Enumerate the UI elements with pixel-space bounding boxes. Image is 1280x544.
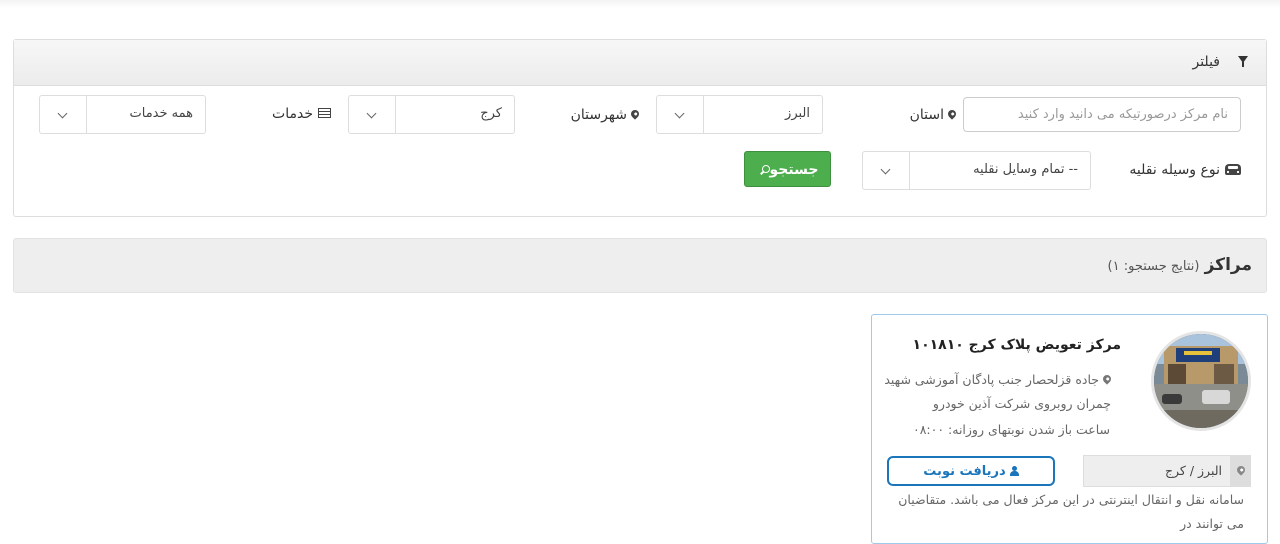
province-select-value: البرز bbox=[785, 106, 810, 121]
center-photo-image bbox=[1154, 334, 1248, 428]
chevron-down-icon bbox=[366, 108, 377, 119]
map-marker-icon bbox=[1235, 464, 1247, 476]
top-shadow-bar bbox=[0, 0, 1280, 8]
vehicle-type-select[interactable]: -- تمام وسایل نقلیه bbox=[862, 151, 1091, 190]
province-label: استان bbox=[910, 107, 958, 123]
results-count: (نتایج جستجو: ۱) bbox=[1107, 259, 1200, 274]
center-name-input[interactable] bbox=[963, 97, 1241, 132]
filter-title: فیلتر bbox=[1192, 54, 1220, 70]
get-appointment-label: دریافت نوبت bbox=[923, 464, 1006, 479]
get-appointment-button[interactable]: دریافت نوبت bbox=[887, 456, 1055, 486]
search-button-label: جستجو bbox=[769, 162, 819, 178]
vehicle-type-select-value: -- تمام وسایل نقلیه bbox=[973, 162, 1078, 177]
center-location: البرز / کرج bbox=[1083, 455, 1251, 487]
search-icon bbox=[761, 165, 770, 173]
center-description: سامانه نقل و انتقال اینترنتی در این مرکز… bbox=[898, 492, 1244, 531]
province-select-toggle[interactable] bbox=[657, 96, 704, 133]
center-address: جاده قزلحصار جنب پادگان آموزشی شهید چمرا… bbox=[884, 372, 1113, 411]
services-label: خدمات bbox=[272, 106, 331, 122]
chevron-down-icon bbox=[674, 108, 685, 119]
filter-panel: فیلتر استان البرز شهرستان کرج خدمات همه … bbox=[13, 39, 1267, 217]
services-select-value: همه خدمات bbox=[129, 106, 194, 121]
city-select-toggle[interactable] bbox=[349, 96, 396, 133]
services-select[interactable]: همه خدمات bbox=[39, 95, 206, 134]
filter-header[interactable]: فیلتر bbox=[14, 40, 1266, 86]
results-header: مراکز (نتایج جستجو: ۱) bbox=[13, 238, 1267, 293]
results-heading: مراکز bbox=[1204, 255, 1252, 275]
filter-icon bbox=[1238, 56, 1248, 67]
map-marker-icon bbox=[946, 108, 958, 120]
car-icon bbox=[1225, 164, 1241, 175]
province-select[interactable]: البرز bbox=[656, 95, 823, 134]
center-name[interactable]: مرکز تعویض پلاک کرج ۱۰۱۸۱۰ bbox=[913, 337, 1121, 353]
location-pin-box bbox=[1230, 456, 1250, 486]
results-title: مراکز (نتایج جستجو: ۱) bbox=[1108, 255, 1252, 275]
chevron-down-icon bbox=[57, 108, 68, 119]
map-marker-icon bbox=[1101, 373, 1113, 385]
city-label: شهرستان bbox=[571, 107, 641, 123]
search-button[interactable]: جستجو bbox=[744, 151, 831, 187]
center-photo[interactable] bbox=[1151, 331, 1251, 431]
city-select-value: کرج bbox=[480, 106, 502, 121]
center-hours: ساعت باز شدن نوبتهای روزانه: ۰۸:۰۰ bbox=[912, 422, 1110, 437]
services-select-toggle[interactable] bbox=[40, 96, 87, 133]
chevron-down-icon bbox=[880, 164, 891, 175]
list-icon bbox=[318, 108, 331, 118]
vehicle-type-select-toggle[interactable] bbox=[863, 152, 910, 189]
center-location-text: البرز / کرج bbox=[1164, 463, 1222, 478]
city-select[interactable]: کرج bbox=[348, 95, 515, 134]
center-card: مرکز تعویض پلاک کرج ۱۰۱۸۱۰ جاده قزلحصار … bbox=[871, 314, 1268, 544]
map-marker-icon bbox=[629, 108, 641, 120]
user-icon bbox=[1009, 466, 1019, 476]
vehicle-type-label: نوع وسیله نقلیه bbox=[1129, 162, 1241, 178]
